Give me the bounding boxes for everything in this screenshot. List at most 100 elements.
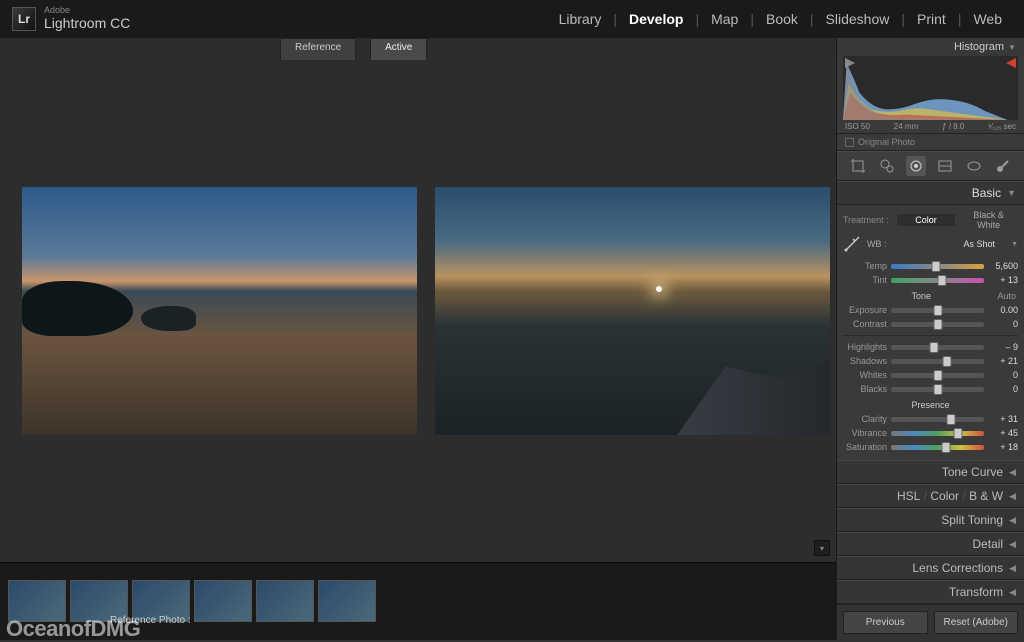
clarity-slider[interactable] bbox=[891, 417, 984, 422]
blacks-value[interactable]: 0 bbox=[988, 384, 1018, 394]
auto-tone-button[interactable]: Auto bbox=[997, 291, 1016, 301]
saturation-slider[interactable] bbox=[891, 445, 984, 450]
brush-tool-icon[interactable] bbox=[993, 156, 1013, 176]
nav-print[interactable]: Print bbox=[907, 11, 956, 27]
temp-value[interactable]: 5,600 bbox=[988, 261, 1018, 271]
whites-slider[interactable] bbox=[891, 373, 984, 378]
vibrance-slider[interactable] bbox=[891, 431, 984, 436]
radial-tool-icon[interactable] bbox=[964, 156, 984, 176]
app-brand: Adobe Lightroom CC bbox=[44, 6, 130, 31]
spot-tool-icon[interactable] bbox=[877, 156, 897, 176]
shadows-value[interactable]: + 21 bbox=[988, 356, 1018, 366]
tool-strip bbox=[837, 151, 1024, 181]
treatment-bw[interactable]: Black & White bbox=[959, 209, 1018, 231]
crop-tool-icon[interactable] bbox=[848, 156, 868, 176]
shadows-slider[interactable] bbox=[891, 359, 984, 364]
module-nav: Library| Develop| Map| Book| Slideshow| … bbox=[549, 11, 1012, 27]
eyedropper-icon[interactable] bbox=[843, 235, 861, 253]
exposure-label: Exposure bbox=[843, 305, 887, 315]
chevron-left-icon: ◀ bbox=[1009, 491, 1016, 502]
previous-button[interactable]: Previous bbox=[843, 611, 928, 634]
clarity-label: Clarity bbox=[843, 414, 887, 424]
main-canvas: Reference Active ▾ Reference Photo : Oce… bbox=[0, 38, 836, 640]
temp-slider[interactable] bbox=[891, 264, 984, 269]
app-name: Lightroom CC bbox=[44, 16, 130, 31]
chevron-left-icon: ◀ bbox=[1009, 587, 1016, 598]
develop-panel: Histogram▼ ISO 50 24 mm ƒ / 8.0 ¹⁄₁₂₅ se… bbox=[836, 38, 1024, 640]
exposure-value[interactable]: 0.00 bbox=[988, 305, 1018, 315]
exif-shutter: ¹⁄₁₂₅ sec bbox=[988, 122, 1016, 131]
exif-iso: ISO 50 bbox=[845, 122, 870, 131]
detail-section-header[interactable]: Detail◀ bbox=[837, 532, 1024, 556]
temp-label: Temp bbox=[843, 261, 887, 271]
wb-dropdown[interactable]: As Shot bbox=[893, 239, 1006, 249]
nav-book[interactable]: Book bbox=[756, 11, 808, 27]
nav-library[interactable]: Library bbox=[549, 11, 612, 27]
blacks-slider[interactable] bbox=[891, 387, 984, 392]
chevron-left-icon: ◀ bbox=[1009, 563, 1016, 574]
nav-slideshow[interactable]: Slideshow bbox=[816, 11, 900, 27]
filmstrip: Reference Photo : OceanofDMG bbox=[0, 562, 836, 640]
chevron-down-icon: ▼ bbox=[1007, 188, 1016, 198]
reference-photo[interactable] bbox=[22, 187, 417, 435]
filmstrip-thumb[interactable] bbox=[318, 580, 376, 622]
title-bar: Lr Adobe Lightroom CC Library| Develop| … bbox=[0, 0, 1024, 38]
presence-label: Presence bbox=[845, 400, 1016, 410]
vibrance-label: Vibrance bbox=[843, 428, 887, 438]
tone-label: Tone bbox=[845, 291, 997, 301]
checkbox-icon[interactable] bbox=[845, 138, 854, 147]
basic-section-header[interactable]: Basic▼ bbox=[837, 181, 1024, 205]
soft-proof-toggle[interactable]: ▾ bbox=[814, 540, 830, 556]
filmstrip-thumb[interactable] bbox=[194, 580, 252, 622]
chevron-down-icon: ▼ bbox=[1008, 43, 1016, 52]
redeye-tool-icon[interactable] bbox=[906, 156, 926, 176]
tonecurve-section-header[interactable]: Tone Curve◀ bbox=[837, 460, 1024, 484]
hsl-section-header[interactable]: HSL / Color / B & W ◀ bbox=[837, 484, 1024, 508]
chevron-left-icon: ◀ bbox=[1009, 539, 1016, 550]
histogram-header[interactable]: Histogram▼ bbox=[837, 38, 1024, 56]
nav-web[interactable]: Web bbox=[963, 11, 1012, 27]
split-toning-section-header[interactable]: Split Toning◀ bbox=[837, 508, 1024, 532]
reference-tab[interactable]: Reference bbox=[280, 38, 356, 60]
highlights-label: Highlights bbox=[843, 342, 887, 352]
basic-panel: Treatment : Color Black & White WB : As … bbox=[837, 205, 1024, 460]
lens-corrections-section-header[interactable]: Lens Corrections◀ bbox=[837, 556, 1024, 580]
gradient-tool-icon[interactable] bbox=[935, 156, 955, 176]
nav-develop[interactable]: Develop bbox=[619, 11, 693, 27]
active-photo[interactable] bbox=[435, 187, 830, 435]
chevron-left-icon: ◀ bbox=[1009, 515, 1016, 526]
exif-aperture: ƒ / 8.0 bbox=[942, 122, 964, 131]
clarity-value[interactable]: + 31 bbox=[988, 414, 1018, 424]
tint-slider[interactable] bbox=[891, 278, 984, 283]
contrast-label: Contrast bbox=[843, 319, 887, 329]
chevron-left-icon: ◀ bbox=[1009, 467, 1016, 478]
treatment-label: Treatment : bbox=[843, 215, 889, 225]
highlights-value[interactable]: – 9 bbox=[988, 342, 1018, 352]
app-logo: Lr bbox=[12, 7, 36, 31]
transform-section-header[interactable]: Transform◀ bbox=[837, 580, 1024, 604]
tint-value[interactable]: + 13 bbox=[988, 275, 1018, 285]
exposure-slider[interactable] bbox=[891, 308, 984, 313]
original-photo-toggle[interactable]: Original Photo bbox=[837, 134, 1024, 151]
blacks-label: Blacks bbox=[843, 384, 887, 394]
shadows-label: Shadows bbox=[843, 356, 887, 366]
tint-label: Tint bbox=[843, 275, 887, 285]
contrast-value[interactable]: 0 bbox=[988, 319, 1018, 329]
chevron-down-icon: ▼ bbox=[1011, 241, 1018, 248]
whites-label: Whites bbox=[843, 370, 887, 380]
highlights-slider[interactable] bbox=[891, 345, 984, 350]
whites-value[interactable]: 0 bbox=[988, 370, 1018, 380]
reset-button[interactable]: Reset (Adobe) bbox=[934, 611, 1019, 634]
nav-map[interactable]: Map bbox=[701, 11, 748, 27]
vibrance-value[interactable]: + 45 bbox=[988, 428, 1018, 438]
watermark-text: OceanofDMG bbox=[6, 616, 140, 642]
active-tab[interactable]: Active bbox=[370, 38, 427, 60]
histogram[interactable] bbox=[843, 56, 1018, 120]
saturation-value[interactable]: + 18 bbox=[988, 442, 1018, 452]
exif-focal: 24 mm bbox=[894, 122, 918, 131]
treatment-color[interactable]: Color bbox=[897, 214, 956, 226]
saturation-label: Saturation bbox=[843, 442, 887, 452]
exif-row: ISO 50 24 mm ƒ / 8.0 ¹⁄₁₂₅ sec bbox=[837, 120, 1024, 134]
filmstrip-thumb[interactable] bbox=[256, 580, 314, 622]
contrast-slider[interactable] bbox=[891, 322, 984, 327]
